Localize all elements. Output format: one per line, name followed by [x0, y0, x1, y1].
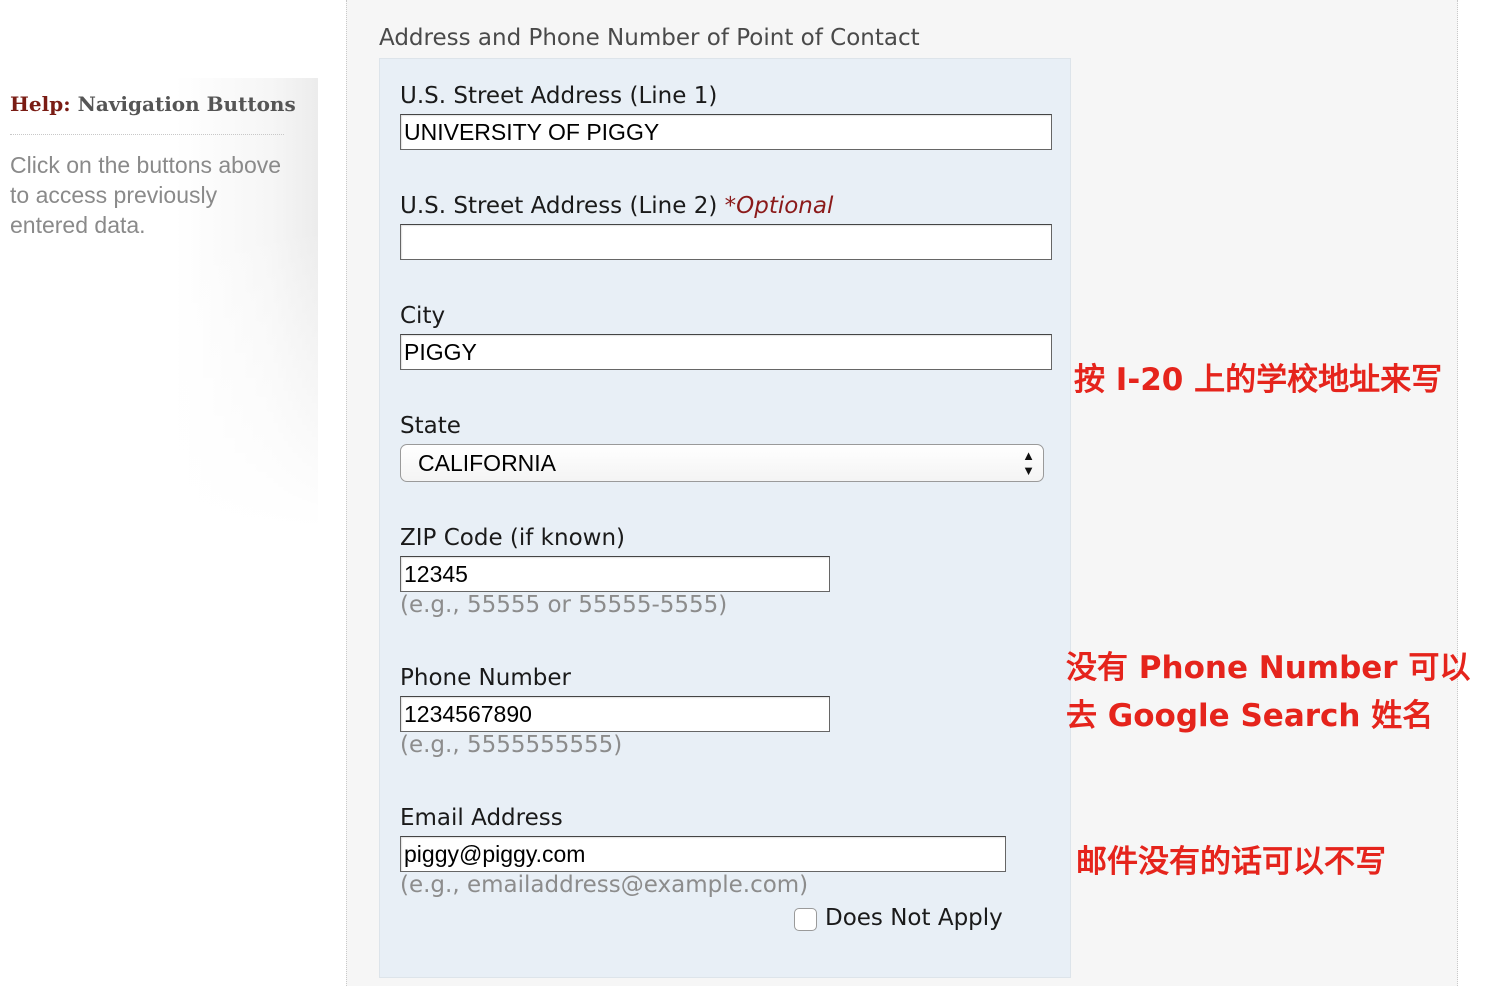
street1-label: U.S. Street Address (Line 1)	[400, 83, 718, 109]
select-arrows-icon: ▲ ▼	[1022, 448, 1035, 478]
state-selected-value: CALIFORNIA	[418, 450, 557, 476]
phone-annotation-line2: 去 Google Search 姓名	[1066, 698, 1434, 734]
email-input[interactable]: piggy@piggy.com	[400, 836, 1006, 872]
help-sidebar: Help: Navigation Buttons Click on the bu…	[0, 78, 318, 528]
state-label: State	[400, 413, 461, 439]
does-not-apply-checkbox[interactable]	[794, 908, 817, 931]
contact-address-form: U.S. Street Address (Line 1) UNIVERSITY …	[379, 58, 1071, 978]
section-title: Address and Phone Number of Point of Con…	[379, 25, 920, 51]
city-label: City	[400, 303, 446, 329]
street2-label: U.S. Street Address (Line 2) *Optional	[400, 193, 833, 219]
help-title: Help: Navigation Buttons	[10, 92, 296, 116]
does-not-apply-label[interactable]: Does Not Apply	[825, 905, 1003, 931]
phone-label: Phone Number	[400, 665, 571, 691]
help-fade	[0, 228, 318, 528]
help-divider	[10, 134, 284, 135]
zip-hint: (e.g., 55555 or 55555-5555)	[400, 592, 728, 618]
email-annotation: 邮件没有的话可以不写	[1076, 844, 1386, 880]
phone-hint: (e.g., 5555555555)	[400, 732, 623, 758]
zip-input[interactable]: 12345	[400, 556, 830, 592]
optional-tag: *Optional	[724, 193, 834, 219]
city-input[interactable]: PIGGY	[400, 334, 1052, 370]
phone-input[interactable]: 1234567890	[400, 696, 830, 732]
state-select[interactable]: CALIFORNIA ▲ ▼	[400, 444, 1044, 482]
phone-annotation-line1: 没有 Phone Number 可以	[1066, 650, 1471, 686]
email-label: Email Address	[400, 805, 563, 831]
zip-label: ZIP Code (if known)	[400, 525, 626, 551]
help-title-text: Navigation Buttons	[77, 92, 296, 116]
street1-input[interactable]: UNIVERSITY OF PIGGY	[400, 114, 1052, 150]
email-hint: (e.g., emailaddress@example.com)	[400, 872, 809, 898]
street2-label-text: U.S. Street Address (Line 2)	[400, 193, 718, 219]
help-title-key: Help:	[10, 92, 71, 116]
help-text: Click on the buttons above to access pre…	[10, 152, 282, 238]
street2-input[interactable]	[400, 224, 1052, 260]
address-annotation: 按 I-20 上的学校地址来写	[1074, 362, 1443, 398]
